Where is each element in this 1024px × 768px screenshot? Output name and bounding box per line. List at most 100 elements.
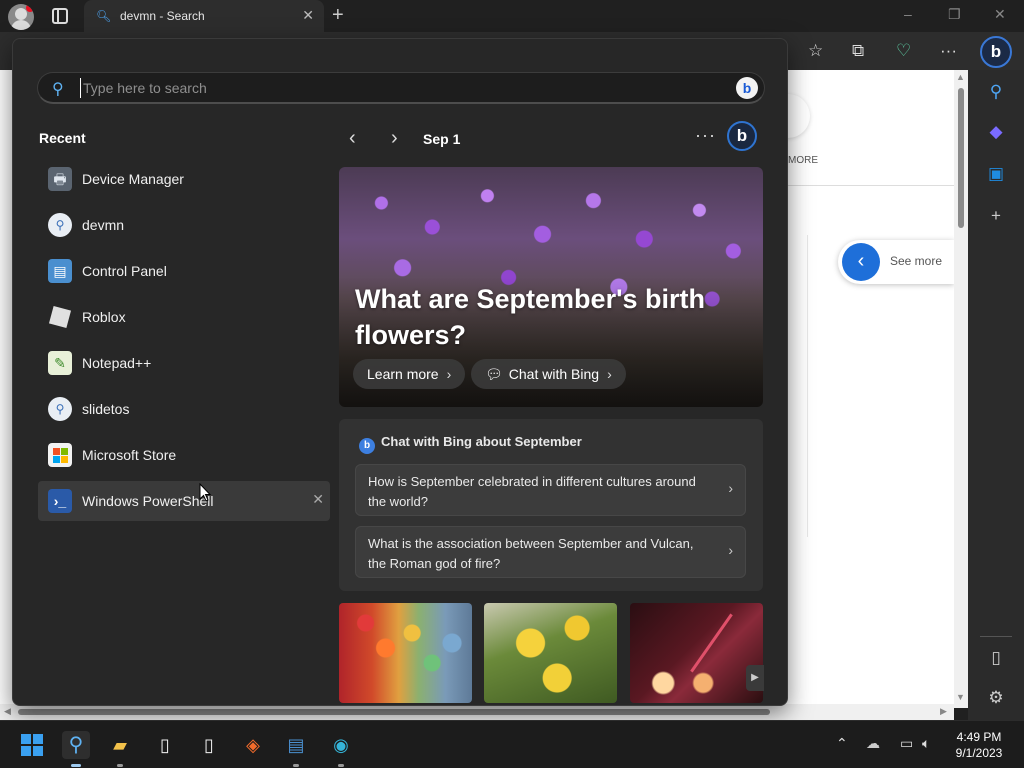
- file-explorer-button[interactable]: ▰: [106, 731, 134, 767]
- recent-item-notepad-plus-plus[interactable]: ✎ Notepad++: [38, 343, 330, 383]
- restore-button[interactable]: ❐: [948, 6, 961, 23]
- clock[interactable]: 4:49 PM 9/1/2023: [944, 729, 1014, 761]
- collections-icon[interactable]: ⧉: [852, 41, 864, 61]
- onedrive-icon[interactable]: ☁: [866, 735, 880, 752]
- edge-sidebar: ⚲ ◆ ▣ + ▯ ⚙: [968, 70, 1024, 720]
- gear-icon[interactable]: ⚙: [968, 688, 1024, 708]
- hero-card[interactable]: What are September's birth flowers? Lear…: [339, 167, 763, 407]
- recent-item-devmn[interactable]: ⚲ devmn: [38, 205, 330, 245]
- learn-more-label: Learn more: [367, 366, 439, 382]
- page-card: [788, 235, 808, 537]
- chat-bubble-icon: 💬︎: [485, 366, 503, 382]
- profile-avatar[interactable]: [8, 4, 34, 30]
- question-text: How is September celebrated in different…: [368, 474, 696, 509]
- scrollbar-thumb[interactable]: [958, 88, 964, 228]
- recent-item-control-panel[interactable]: ▤ Control Panel: [38, 251, 330, 291]
- edge-browser-button[interactable]: ◉: [327, 731, 355, 767]
- carousel-image[interactable]: [339, 603, 472, 703]
- hero-title[interactable]: What are September's birth flowers?: [355, 281, 735, 353]
- carousel-next-button[interactable]: ▶: [746, 665, 764, 691]
- page-more-label[interactable]: MORE: [788, 155, 818, 166]
- carousel-image[interactable]: [630, 603, 763, 703]
- bing-logo-icon[interactable]: b: [736, 77, 758, 99]
- scroll-up-arrow[interactable]: ▲: [956, 72, 965, 82]
- roblox-icon: [48, 305, 72, 329]
- outlook-icon[interactable]: ▣: [968, 164, 1024, 184]
- tab-actions-icon[interactable]: [52, 8, 68, 24]
- windows-search-panel: ⚲ b Recent 🖶 Device Manager ⚲ devmn ▤ Co…: [12, 38, 788, 706]
- notification-dot: [26, 4, 34, 12]
- browser-tab[interactable]: 🔍︎ devmn - Search ✕: [84, 0, 324, 32]
- start-button[interactable]: [18, 731, 46, 759]
- suggested-question[interactable]: What is the association between Septembe…: [355, 526, 746, 578]
- search-icon: ⚲: [48, 213, 72, 237]
- scrollbar-thumb[interactable]: [18, 709, 770, 715]
- more-options-button[interactable]: ···: [695, 125, 716, 146]
- divider: [980, 636, 1012, 637]
- scroll-down-arrow[interactable]: ▼: [956, 692, 965, 702]
- scroll-left-arrow[interactable]: ◀: [4, 706, 11, 717]
- minimize-button[interactable]: –: [904, 6, 912, 22]
- clock-date: 9/1/2023: [955, 746, 1003, 760]
- search-box[interactable]: ⚲ b: [37, 72, 765, 104]
- settings-more-icon[interactable]: ···: [940, 41, 957, 61]
- file-button[interactable]: ▯: [195, 731, 223, 759]
- close-window-button[interactable]: ✕: [994, 6, 1006, 23]
- image-carousel: ▶: [339, 603, 764, 703]
- sidebar-toggle-icon[interactable]: ▯: [968, 648, 1024, 668]
- horizontal-scrollbar[interactable]: ◀ ▶: [0, 704, 954, 720]
- next-day-button[interactable]: ›: [391, 127, 398, 150]
- folder-icon: ▰: [113, 735, 127, 755]
- copilot-icon[interactable]: ◆: [968, 122, 1024, 142]
- bing-chat-icon[interactable]: b: [727, 121, 757, 151]
- bing-logo-icon: b: [359, 438, 375, 454]
- add-icon[interactable]: +: [968, 206, 1024, 226]
- learn-more-button[interactable]: Learn more ›: [353, 359, 466, 389]
- recent-item-device-manager[interactable]: 🖶 Device Manager: [38, 159, 330, 199]
- windows-taskbar: ⚲ ▰ ▯ ▯ ◈ ▤ ◉ ⌃ ☁ ▭ 🔈︎ 4:49 PM 9/1/2023: [0, 720, 1024, 768]
- chevron-right-icon: ›: [728, 542, 733, 558]
- windows-logo-icon: [21, 734, 43, 756]
- previous-day-button[interactable]: ‹: [349, 127, 356, 150]
- suggested-question[interactable]: How is September celebrated in different…: [355, 464, 746, 516]
- recent-heading: Recent: [39, 130, 86, 146]
- search-icon[interactable]: ⚲: [968, 82, 1024, 102]
- remove-icon[interactable]: ✕: [312, 491, 324, 508]
- recent-item-slidetos[interactable]: ⚲ slidetos: [38, 389, 330, 429]
- chat-with-bing-card: b Chat with Bing about September How is S…: [339, 419, 763, 591]
- see-more-button[interactable]: ‹ See more: [838, 240, 954, 284]
- divider: [788, 185, 956, 186]
- volume-icon[interactable]: 🔈︎: [922, 735, 930, 752]
- edge-icon: ◉: [333, 735, 349, 755]
- chevron-up-icon[interactable]: ⌃: [836, 735, 848, 752]
- microsoft-store-icon: [48, 443, 72, 467]
- chat-card-title: b Chat with Bing about September: [359, 434, 582, 454]
- network-icon[interactable]: ▭: [900, 735, 913, 752]
- favorites-icon[interactable]: ☆: [808, 41, 823, 61]
- new-tab-button[interactable]: +: [332, 4, 344, 27]
- search-icon: 🔍︎: [96, 9, 112, 23]
- vertical-scrollbar[interactable]: ▲ ▼: [954, 70, 968, 708]
- recent-list: 🖶 Device Manager ⚲ devmn ▤ Control Panel…: [38, 159, 330, 527]
- tab-title: devmn - Search: [120, 9, 205, 23]
- recent-item-roblox[interactable]: Roblox: [38, 297, 330, 337]
- powershell-icon: ›_: [48, 489, 72, 513]
- recent-item-label: Windows PowerShell: [82, 493, 214, 509]
- recent-item-microsoft-store[interactable]: Microsoft Store: [38, 435, 330, 475]
- search-input[interactable]: [80, 78, 720, 98]
- control-panel-icon: ▤: [48, 259, 72, 283]
- browser-title-bar: 🔍︎ devmn - Search ✕ + – ❐ ✕: [0, 0, 1024, 32]
- file-button[interactable]: ▯: [151, 731, 179, 759]
- chevron-right-icon: ›: [728, 480, 733, 496]
- search-icon: ⚲: [68, 734, 84, 756]
- recent-item-windows-powershell[interactable]: ›_ Windows PowerShell ✕: [38, 481, 330, 521]
- tab-close-icon[interactable]: ✕: [302, 7, 314, 24]
- control-panel-button[interactable]: ▤: [282, 731, 310, 767]
- scroll-right-arrow[interactable]: ▶: [940, 706, 947, 717]
- chat-with-bing-button[interactable]: 💬︎ Chat with Bing ›: [471, 359, 626, 389]
- browser-essentials-icon[interactable]: ♡: [896, 41, 911, 61]
- carousel-image[interactable]: [484, 603, 617, 703]
- taskbar-search-button[interactable]: ⚲: [62, 731, 90, 767]
- brave-browser-button[interactable]: ◈: [239, 731, 267, 759]
- bing-chat-button[interactable]: b: [980, 36, 1012, 68]
